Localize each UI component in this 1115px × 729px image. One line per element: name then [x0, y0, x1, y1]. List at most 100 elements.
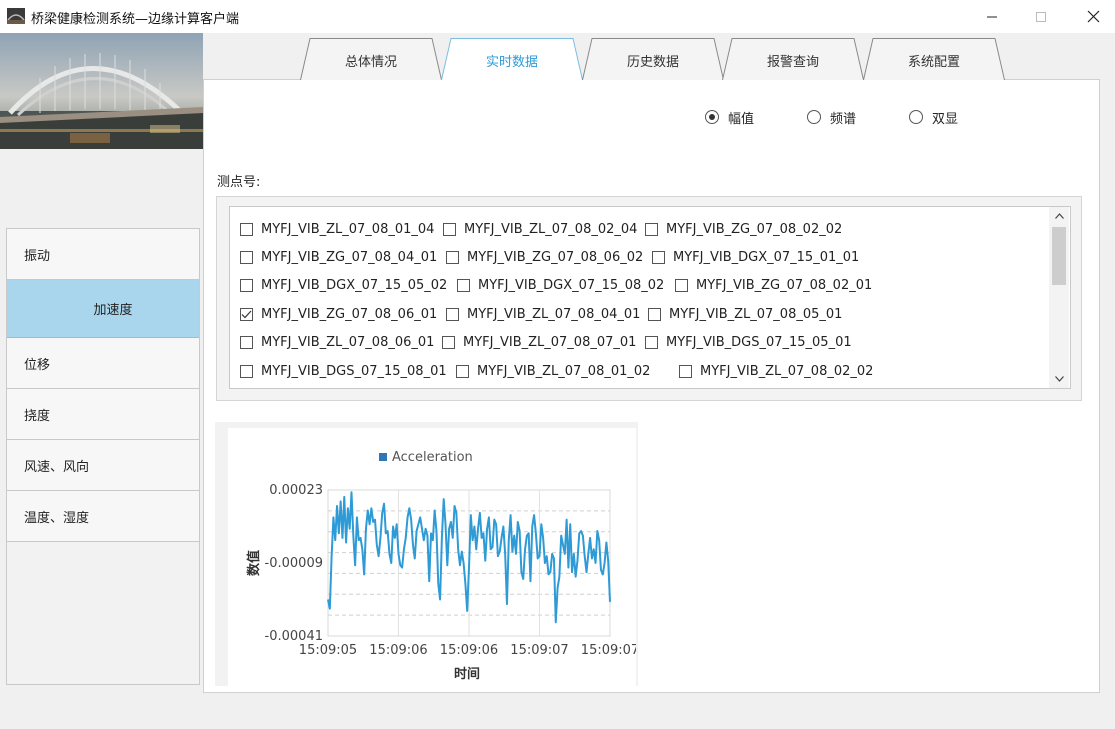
- checkbox-icon[interactable]: [240, 336, 253, 350]
- tab-1[interactable]: 实时数据: [441, 37, 583, 80]
- minimize-icon: [987, 16, 997, 17]
- checkbox-icon[interactable]: [679, 364, 692, 378]
- point-id: MYFJ_VIB_ZL_07_08_02_04: [464, 221, 638, 237]
- y-axis-label: 数值: [246, 550, 262, 576]
- point-checkbox-item[interactable]: MYFJ_VIB_ZL_07_08_02_02: [679, 362, 873, 380]
- tab-4[interactable]: 系统配置: [863, 37, 1005, 80]
- point-id: MYFJ_VIB_DGX_07_15_05_02: [261, 278, 448, 294]
- x-axis-ticks: 15:09:05 15:09:06 15:09:06 15:09:07 15:09:07: [299, 643, 639, 658]
- point-checkbox-item[interactable]: MYFJ_VIB_ZG_07_08_04_01: [240, 248, 437, 266]
- radio-option-1[interactable]: 频谱: [807, 108, 857, 127]
- x-tick-label: 15:09:07: [581, 643, 636, 658]
- point-checkbox-item[interactable]: MYFJ_VIB_DGX_07_15_01_01: [652, 248, 859, 266]
- close-button[interactable]: [1067, 0, 1115, 33]
- sidebar-item-4[interactable]: 风速、风向: [7, 440, 199, 491]
- point-label: 测点号:: [217, 175, 261, 190]
- sidebar-item-label: 加速度: [93, 303, 133, 318]
- point-checkbox-item[interactable]: MYFJ_VIB_ZL_07_08_04_01: [446, 305, 640, 323]
- checkbox-icon[interactable]: [240, 279, 253, 293]
- legend-label: Acceleration: [392, 450, 473, 465]
- point-checkbox-item[interactable]: MYFJ_VIB_ZL_07_08_07_01: [442, 334, 636, 352]
- tab-label: 系统配置: [907, 55, 960, 70]
- radio-label: 频谱: [830, 111, 857, 127]
- radio-button-icon[interactable]: [909, 110, 923, 124]
- point-id: MYFJ_VIB_ZL_07_08_01_04: [261, 221, 435, 237]
- chevron-up-icon: [1054, 213, 1064, 219]
- point-checkbox-item[interactable]: MYFJ_VIB_ZL_07_08_01_04: [240, 220, 434, 238]
- checkbox-icon[interactable]: [645, 336, 658, 350]
- radio-label: 幅值: [728, 111, 755, 127]
- checkbox-icon[interactable]: [442, 336, 455, 350]
- checkbox-icon[interactable]: [456, 364, 469, 378]
- checkbox-icon[interactable]: [652, 250, 665, 264]
- radio-option-2[interactable]: 双显: [909, 108, 958, 127]
- tab-0[interactable]: 总体情况: [300, 37, 442, 80]
- point-checkbox-item[interactable]: MYFJ_VIB_ZL_07_08_05_01: [648, 305, 842, 323]
- checkbox-icon[interactable]: [443, 222, 456, 236]
- point-id: MYFJ_VIB_DGX_07_15_01_01: [673, 249, 860, 265]
- checkbox-icon[interactable]: [645, 222, 658, 236]
- checkbox-icon[interactable]: [648, 307, 661, 321]
- sidebar-item-1[interactable]: 加速度: [7, 280, 199, 338]
- checkbox-icon[interactable]: [446, 307, 459, 321]
- tab-label: 实时数据: [485, 55, 538, 70]
- bridge-app-icon: [7, 8, 25, 24]
- point-checkbox-item[interactable]: MYFJ_VIB_ZG_07_08_06_02: [446, 248, 643, 266]
- point-checkbox-item[interactable]: MYFJ_VIB_ZG_07_08_02_02: [645, 220, 842, 238]
- tab-label: 总体情况: [344, 55, 397, 70]
- sidebar-item-label: 风速、风向: [24, 459, 90, 475]
- checkbox-icon[interactable]: [675, 279, 688, 293]
- checkbox-icon[interactable]: [240, 364, 253, 378]
- y-tick-label: -0.00041: [265, 629, 323, 644]
- x-axis-label: 时间: [454, 666, 480, 682]
- checkbox-icon[interactable]: [240, 250, 253, 264]
- point-id: MYFJ_VIB_ZL_07_08_04_01: [467, 306, 641, 322]
- radio-button-icon[interactable]: [705, 110, 719, 124]
- point-checkbox-item[interactable]: MYFJ_VIB_DGS_07_15_08_01: [240, 362, 447, 380]
- point-checkbox-item[interactable]: MYFJ_VIB_ZL_07_08_02_04: [443, 220, 637, 238]
- tab-label: 报警查询: [766, 55, 819, 70]
- tab-label: 历史数据: [626, 55, 679, 70]
- minimize-button[interactable]: [966, 0, 1018, 33]
- sidebar-item-label: 振动: [24, 248, 51, 264]
- scroll-up-button[interactable]: [1049, 207, 1069, 225]
- y-tick-label: -0.00009: [265, 556, 323, 571]
- radio-option-0[interactable]: 幅值: [705, 108, 755, 127]
- legend-swatch: [379, 453, 387, 461]
- checkbox-icon[interactable]: [457, 279, 470, 293]
- sidebar-item-2[interactable]: 位移: [7, 338, 199, 389]
- radio-button-icon[interactable]: [807, 110, 821, 124]
- checkbox-icon[interactable]: [446, 250, 459, 264]
- checkbox-icon[interactable]: [240, 222, 253, 236]
- maximize-button[interactable]: [1015, 0, 1067, 33]
- point-list-scrollbar[interactable]: [1049, 207, 1069, 388]
- sidebar-item-5[interactable]: 温度、湿度: [7, 491, 199, 542]
- bridge-banner-image: [0, 33, 203, 149]
- point-checkbox-item[interactable]: MYFJ_VIB_ZL_07_08_01_02: [456, 362, 650, 380]
- scroll-down-button[interactable]: [1049, 370, 1069, 388]
- point-checkbox-item[interactable]: MYFJ_VIB_ZG_07_08_02_01: [675, 277, 872, 295]
- close-icon: [1087, 10, 1099, 23]
- sidebar-item-0[interactable]: 振动: [7, 229, 199, 280]
- point-checkbox-item[interactable]: MYFJ_VIB_DGX_07_15_05_02: [240, 277, 447, 295]
- y-axis-ticks: 0.00023 -0.00009 -0.00041: [265, 483, 323, 644]
- point-checkbox-item[interactable]: MYFJ_VIB_ZL_07_08_06_01: [240, 334, 434, 352]
- tab-2[interactable]: 历史数据: [582, 37, 724, 80]
- point-list[interactable]: MYFJ_VIB_ZL_07_08_01_04 MYFJ_VIB_ZL_07_08…: [229, 206, 1071, 389]
- category-menu: 振动加速度位移 挠度风速、风向温度、湿度: [6, 228, 200, 685]
- point-checkbox-item[interactable]: MYFJ_VIB_ZG_07_08_06_01: [240, 305, 437, 323]
- window-title: 桥梁健康检测系统—边缘计算客户端: [31, 12, 240, 27]
- point-id: MYFJ_VIB_ZG_07_08_04_01: [261, 249, 438, 265]
- point-id: MYFJ_VIB_ZL_07_08_01_02: [477, 363, 651, 379]
- title-bar[interactable]: 桥梁健康检测系统—边缘计算客户端: [0, 0, 1115, 33]
- sidebar-item-3[interactable]: 挠度: [7, 389, 199, 440]
- maximize-icon: [1036, 11, 1046, 22]
- acceleration-chart: Acceleration 0.00023 -0.00009 -0.00041 15:…: [228, 428, 639, 686]
- point-id: MYFJ_VIB_ZL_07_08_06_01: [261, 335, 435, 351]
- scroll-thumb[interactable]: [1052, 227, 1066, 285]
- point-id: MYFJ_VIB_ZG_07_08_06_02: [467, 249, 644, 265]
- point-checkbox-item[interactable]: MYFJ_VIB_DGX_07_15_08_02: [457, 277, 664, 295]
- checkbox-checked-icon[interactable]: [240, 307, 253, 321]
- tab-3[interactable]: 报警查询: [722, 37, 864, 80]
- point-checkbox-item[interactable]: MYFJ_VIB_DGS_07_15_05_01: [645, 334, 852, 352]
